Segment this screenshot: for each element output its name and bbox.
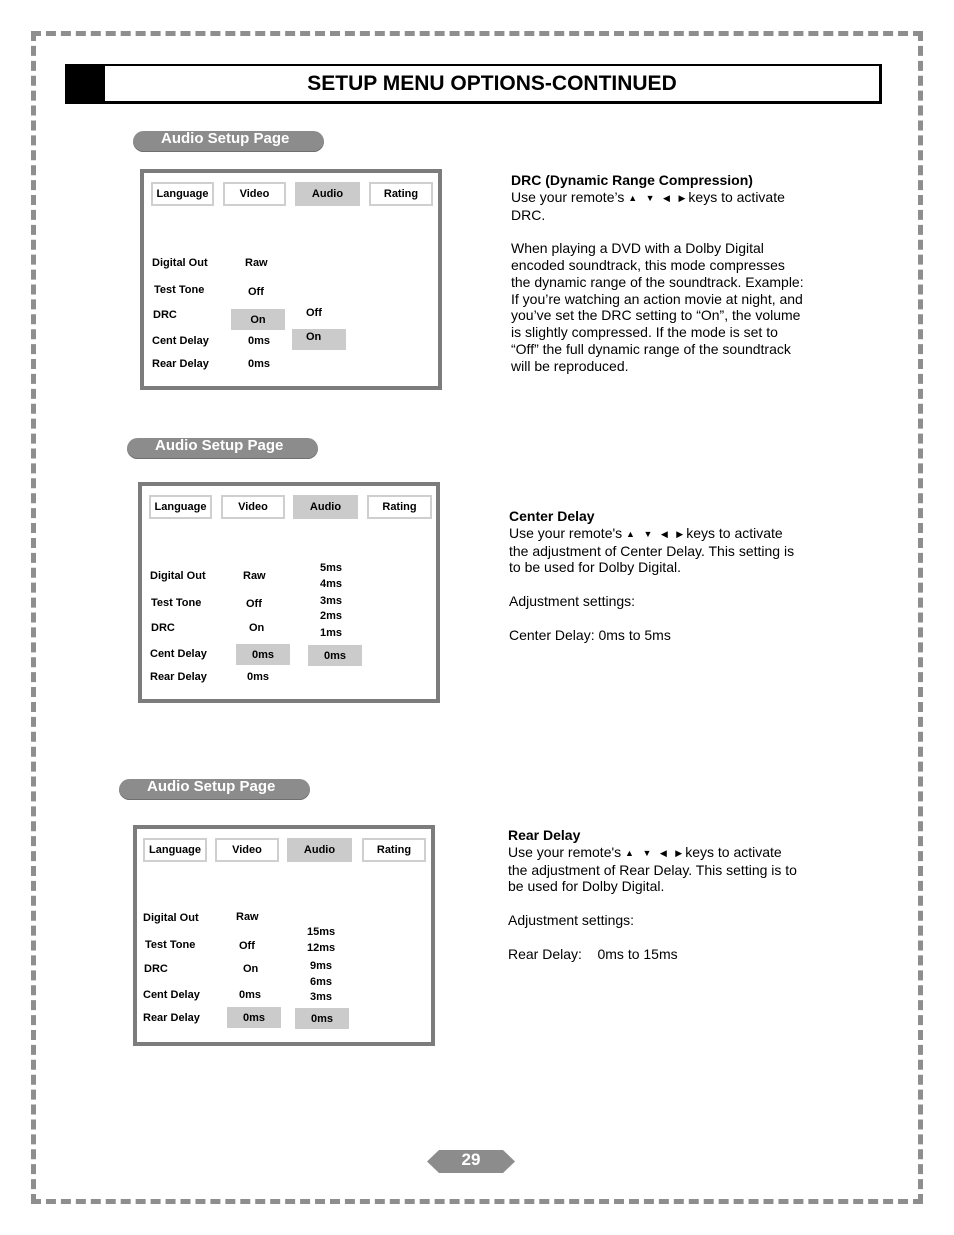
- range-text: Rear Delay: 0ms to 15ms: [508, 945, 678, 962]
- tab-rating[interactable]: Rating: [369, 182, 433, 206]
- instruction-post: keys to activate: [688, 188, 785, 205]
- value-drc[interactable]: On: [243, 963, 258, 975]
- instruction-post: keys to activate: [685, 843, 782, 860]
- tab-audio[interactable]: Audio: [293, 495, 358, 519]
- option-4ms[interactable]: 4ms: [320, 578, 342, 590]
- label-test-tone: Test Tone: [145, 939, 196, 951]
- instruction-rest: DRC.: [511, 206, 546, 223]
- instruction-post: keys to activate: [686, 524, 783, 541]
- label-drc: DRC: [153, 309, 177, 321]
- instruction-center-delay: Use your remote's ▲ ▼ ◀ ▶keys to activat…: [509, 525, 809, 576]
- osd-screen-center-delay: Language Video Audio Rating Digital Out …: [138, 482, 440, 703]
- option-1ms[interactable]: 1ms: [320, 627, 342, 639]
- arrow-keys-icon: ▲ ▼ ◀ ▶: [626, 528, 687, 539]
- option-on-selected[interactable]: On: [292, 329, 346, 350]
- osd-screen-drc: Language Video Audio Rating Digital Out …: [140, 169, 442, 390]
- heading-center-delay: Center Delay: [509, 508, 595, 524]
- label-rear-delay: Rear Delay: [150, 671, 207, 683]
- description-center-delay: Center Delay Use your remote's ▲ ▼ ◀ ▶ke…: [509, 508, 809, 643]
- label-digital-out: Digital Out: [152, 257, 208, 269]
- heading-rear-delay: Rear Delay: [508, 827, 581, 843]
- value-drc[interactable]: On: [249, 622, 264, 634]
- label-cent-delay: Cent Delay: [150, 648, 207, 660]
- instruction-drc: Use your remote’s ▲ ▼ ◀ ▶keys to activat…: [511, 189, 811, 224]
- option-0ms-selected[interactable]: 0ms: [295, 1008, 349, 1029]
- instruction-pre: Use your remote's: [508, 843, 622, 860]
- section-pill-rear-delay: Audio Setup Page: [119, 779, 310, 800]
- value-digital-out[interactable]: Raw: [236, 911, 259, 923]
- value-test-tone[interactable]: Off: [248, 286, 264, 298]
- label-test-tone: Test Tone: [151, 597, 202, 609]
- value-cent-delay-selected[interactable]: 0ms: [236, 644, 290, 665]
- option-15ms[interactable]: 15ms: [307, 926, 335, 938]
- value-cent-delay[interactable]: 0ms: [248, 335, 270, 347]
- value-drc-selected[interactable]: On: [231, 309, 285, 330]
- label-test-tone: Test Tone: [154, 284, 205, 296]
- tab-video[interactable]: Video: [223, 182, 286, 206]
- value-rear-delay[interactable]: 0ms: [248, 358, 270, 370]
- option-off[interactable]: Off: [306, 307, 322, 319]
- adjustment-label: Adjustment settings:: [509, 592, 636, 609]
- option-12ms[interactable]: 12ms: [307, 942, 335, 954]
- description-drc: DRC (Dynamic Range Compression) Use your…: [511, 172, 811, 375]
- instruction-pre: Use your remote's: [509, 524, 623, 541]
- page-title: SETUP MENU OPTIONS-CONTINUED: [307, 71, 677, 95]
- page-number-badge: 29: [427, 1150, 515, 1173]
- label-rear-delay: Rear Delay: [152, 358, 209, 370]
- option-6ms[interactable]: 6ms: [310, 976, 332, 988]
- tab-language[interactable]: Language: [143, 838, 207, 862]
- value-test-tone[interactable]: Off: [239, 940, 255, 952]
- option-5ms[interactable]: 5ms: [320, 562, 342, 574]
- arrow-keys-icon: ▲ ▼ ◀ ▶: [628, 192, 689, 203]
- instruction-rest: the adjustment of Center Delay. This set…: [509, 542, 795, 576]
- tab-audio[interactable]: Audio: [287, 838, 352, 862]
- arrow-keys-icon: ▲ ▼ ◀ ▶: [625, 847, 686, 858]
- option-3ms[interactable]: 3ms: [320, 595, 342, 607]
- title-bar: SETUP MENU OPTIONS-CONTINUED: [65, 64, 882, 104]
- tab-language[interactable]: Language: [149, 495, 212, 519]
- option-9ms[interactable]: 9ms: [310, 960, 332, 972]
- value-rear-delay[interactable]: 0ms: [247, 671, 269, 683]
- adjustment-label: Adjustment settings:: [508, 911, 635, 928]
- value-rear-delay-selected[interactable]: 0ms: [227, 1007, 281, 1028]
- osd-screen-rear-delay: Language Video Audio Rating Digital Out …: [133, 825, 435, 1046]
- label-cent-delay: Cent Delay: [143, 989, 200, 1001]
- page-number: 29: [461, 1150, 481, 1169]
- tab-audio[interactable]: Audio: [295, 182, 360, 206]
- range-text: Center Delay: 0ms to 5ms: [509, 626, 671, 643]
- label-cent-delay: Cent Delay: [152, 335, 209, 347]
- tab-video[interactable]: Video: [221, 495, 285, 519]
- label-digital-out: Digital Out: [150, 570, 206, 582]
- instruction-rear-delay: Use your remote's ▲ ▼ ◀ ▶keys to activat…: [508, 844, 808, 895]
- heading-drc: DRC (Dynamic Range Compression): [511, 172, 753, 188]
- tab-rating[interactable]: Rating: [367, 495, 432, 519]
- value-digital-out[interactable]: Raw: [243, 570, 266, 582]
- option-0ms-selected[interactable]: 0ms: [308, 645, 362, 666]
- tab-rating[interactable]: Rating: [362, 838, 426, 862]
- section-pill-drc: Audio Setup Page: [133, 131, 324, 152]
- tab-language[interactable]: Language: [151, 182, 214, 206]
- label-digital-out: Digital Out: [143, 912, 199, 924]
- instruction-pre: Use your remote’s: [511, 188, 625, 205]
- paragraph-drc-explanation: When playing a DVD with a Dolby Digital …: [511, 240, 804, 374]
- description-rear-delay: Rear Delay Use your remote's ▲ ▼ ◀ ▶keys…: [508, 827, 808, 962]
- tab-video[interactable]: Video: [215, 838, 279, 862]
- instruction-rest: the adjustment of Rear Delay. This setti…: [508, 861, 797, 895]
- value-digital-out[interactable]: Raw: [245, 257, 268, 269]
- option-2ms[interactable]: 2ms: [320, 610, 342, 622]
- section-pill-center-delay: Audio Setup Page: [127, 438, 318, 459]
- value-test-tone[interactable]: Off: [246, 598, 262, 610]
- value-cent-delay[interactable]: 0ms: [239, 989, 261, 1001]
- label-drc: DRC: [144, 963, 168, 975]
- title-block: [67, 66, 105, 101]
- option-3ms[interactable]: 3ms: [310, 991, 332, 1003]
- label-drc: DRC: [151, 622, 175, 634]
- label-rear-delay: Rear Delay: [143, 1012, 200, 1024]
